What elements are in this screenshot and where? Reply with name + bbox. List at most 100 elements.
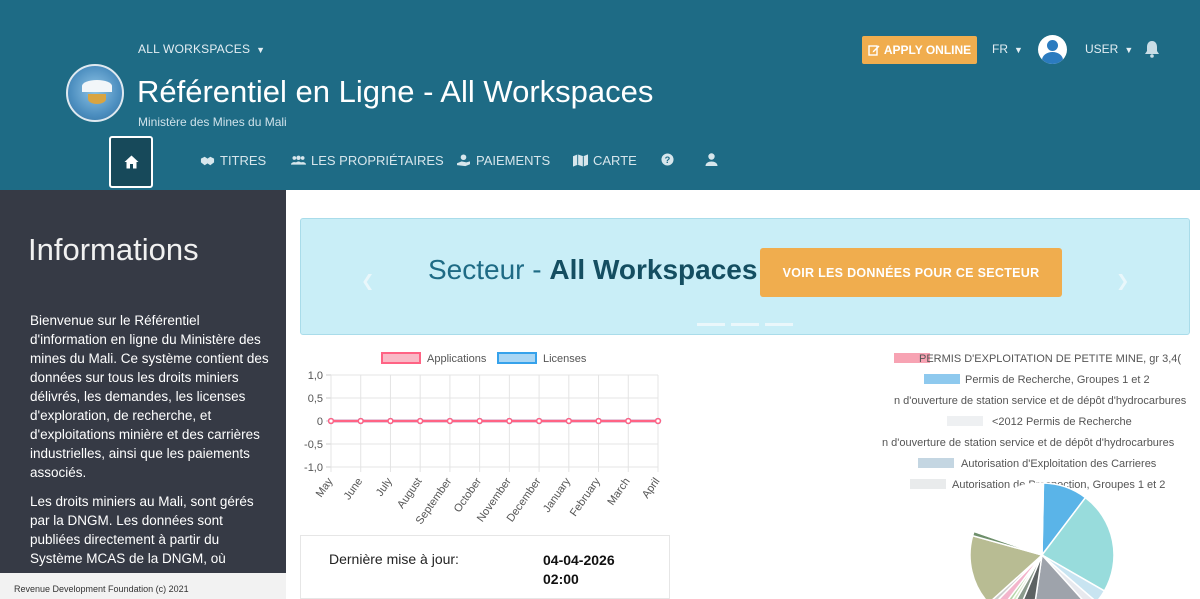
legend-swatch [497, 352, 537, 364]
x-tick-label: August [395, 476, 424, 511]
legend-label: PERMIS D'EXPLOITATION DE PETITE MINE, gr… [919, 353, 1181, 365]
carousel-indicator[interactable] [697, 323, 725, 326]
data-point [476, 417, 483, 425]
language-label: FR [992, 42, 1008, 56]
data-point [565, 417, 572, 425]
carousel-indicator[interactable] [731, 323, 759, 326]
view-sector-data-button[interactable]: VOIR LES DONNÉES POUR CE SECTEUR [760, 248, 1062, 297]
logo-bird-shape [82, 80, 112, 92]
info-sidebar: Informations Bienvenue sur le Référentie… [0, 190, 286, 599]
sector-name: All Workspaces [549, 254, 758, 285]
nav-item-help[interactable]: ? [661, 153, 674, 166]
x-tick-label: May [314, 475, 336, 499]
logo-emblem-shape [88, 94, 106, 104]
data-point [506, 417, 513, 425]
x-tick-label: April [640, 476, 662, 501]
x-tick-label: February [568, 475, 603, 518]
carousel-next-icon[interactable]: ❯ [1116, 271, 1129, 291]
legend-label: <2012 Permis de Recherche [992, 416, 1132, 428]
nav-item-account[interactable] [705, 153, 718, 166]
language-selector[interactable]: FR ▼ [992, 42, 1023, 56]
apply-online-button[interactable]: APPLY ONLINE [862, 36, 977, 64]
user-head-shape [1047, 40, 1058, 51]
y-tick-label: -0,5 [304, 439, 323, 451]
top-header: ALL WORKSPACES ▼ Référentiel en Ligne - A… [0, 0, 1200, 190]
user-menu-label: USER [1085, 42, 1119, 56]
workspace-selector-label: ALL WORKSPACES [138, 42, 251, 56]
sidebar-paragraph-dngm: Les droits miniers au Mali, sont gérés p… [30, 494, 254, 566]
chevron-down-icon: ▼ [1124, 45, 1134, 55]
apply-online-label: APPLY ONLINE [883, 43, 972, 57]
last-update-time: 02:00 [543, 571, 579, 587]
legend-swatch [924, 374, 960, 384]
workspace-selector[interactable]: ALL WORKSPACES ▼ [138, 42, 265, 56]
legend-label: n d'ouverture de station service et de d… [894, 395, 1187, 407]
legend-swatch [910, 479, 946, 489]
x-tick-label: October [452, 476, 484, 515]
legend-label: n d'ouverture de station service et de d… [882, 437, 1175, 449]
data-point [327, 417, 335, 425]
applications-licenses-line-chart: Applications Licenses 1,0 0,5 0 -0,5 -1,0May Ju… [304, 352, 662, 527]
nav-item-proprietaires[interactable]: LES PROPRIÉTAIRES [291, 153, 444, 168]
x-tick-label: January [541, 475, 574, 514]
home-icon [124, 155, 138, 169]
y-tick-label: 0 [317, 416, 323, 428]
ministry-logo[interactable] [66, 64, 124, 122]
chevron-down-icon: ▼ [1014, 45, 1023, 55]
user-menu[interactable]: USER ▼ [1085, 42, 1133, 56]
user-icon [705, 153, 718, 166]
legend-label: Applications [427, 353, 487, 365]
last-update-panel: Dernière mise à jour: 04-04-2026 02:00 [300, 535, 670, 599]
nav-item-label: PAIEMENTS [476, 153, 551, 168]
handshake-icon [200, 156, 215, 166]
legend-swatch [918, 458, 954, 468]
site-title: Référentiel en Ligne - All Workspaces [137, 74, 654, 109]
last-update-value: 04-04-2026 02:00 [543, 551, 623, 589]
sidebar-title: Informations [28, 232, 199, 267]
data-point [357, 417, 364, 425]
chevron-down-icon: ▼ [256, 45, 266, 55]
y-tick-label: 0,5 [308, 393, 323, 405]
user-body-shape [1042, 52, 1063, 64]
legend-label: Autorisation d'Exploitation des Carriere… [961, 458, 1157, 470]
map-icon [573, 154, 588, 167]
edit-icon [868, 45, 880, 56]
y-tick-label: 1,0 [308, 370, 323, 382]
data-point [535, 417, 543, 425]
data-point [417, 417, 424, 425]
x-tick-label: June [342, 476, 366, 502]
data-point [387, 417, 394, 425]
nav-item-paiements[interactable]: PAIEMENTS [456, 153, 550, 168]
sector-carousel: ❮ Secteur - All Workspaces VOIR LES DONN… [300, 218, 1190, 335]
nav-item-label: TITRES [220, 153, 267, 168]
question-circle-icon: ? [661, 153, 674, 166]
legend-label: Licenses [543, 353, 587, 365]
legend-swatch [947, 416, 983, 426]
data-point [595, 417, 602, 425]
carousel-prev-icon[interactable]: ❮ [361, 271, 374, 291]
nav-item-label: LES PROPRIÉTAIRES [311, 153, 444, 168]
avatar[interactable] [1038, 35, 1067, 64]
bell-icon[interactable] [1144, 40, 1160, 58]
legend-swatch [381, 352, 421, 364]
y-tick-label: -1,0 [304, 462, 323, 474]
data-point [625, 417, 632, 425]
nav-item-titres[interactable]: TITRES [200, 153, 266, 168]
nav-item-carte[interactable]: CARTE [573, 153, 637, 168]
hand-coin-icon [457, 154, 470, 167]
footer-copyright: Revenue Development Foundation (c) 2021 [0, 573, 286, 599]
nav-item-label: CARTE [593, 153, 637, 168]
x-tick-label: March [605, 476, 632, 508]
license-types-pie-chart: PERMIS D'EXPLOITATION DE PETITE MINE, gr… [882, 353, 1187, 599]
last-update-date: 04-04-2026 [543, 552, 615, 568]
site-subtitle: Ministère des Mines du Mali [138, 115, 287, 129]
legend-label: Permis de Recherche, Groupes 1 et 2 [965, 374, 1150, 386]
x-tick-label: July [374, 475, 395, 498]
sector-heading: Secteur - All Workspaces [428, 254, 757, 286]
svg-text:?: ? [665, 155, 671, 165]
sidebar-paragraph-intro: Bienvenue sur le Référentiel d'informati… [30, 313, 269, 480]
data-point [446, 417, 454, 425]
carousel-indicator[interactable] [765, 323, 793, 326]
data-point [654, 417, 662, 425]
nav-home-button[interactable] [109, 136, 153, 188]
